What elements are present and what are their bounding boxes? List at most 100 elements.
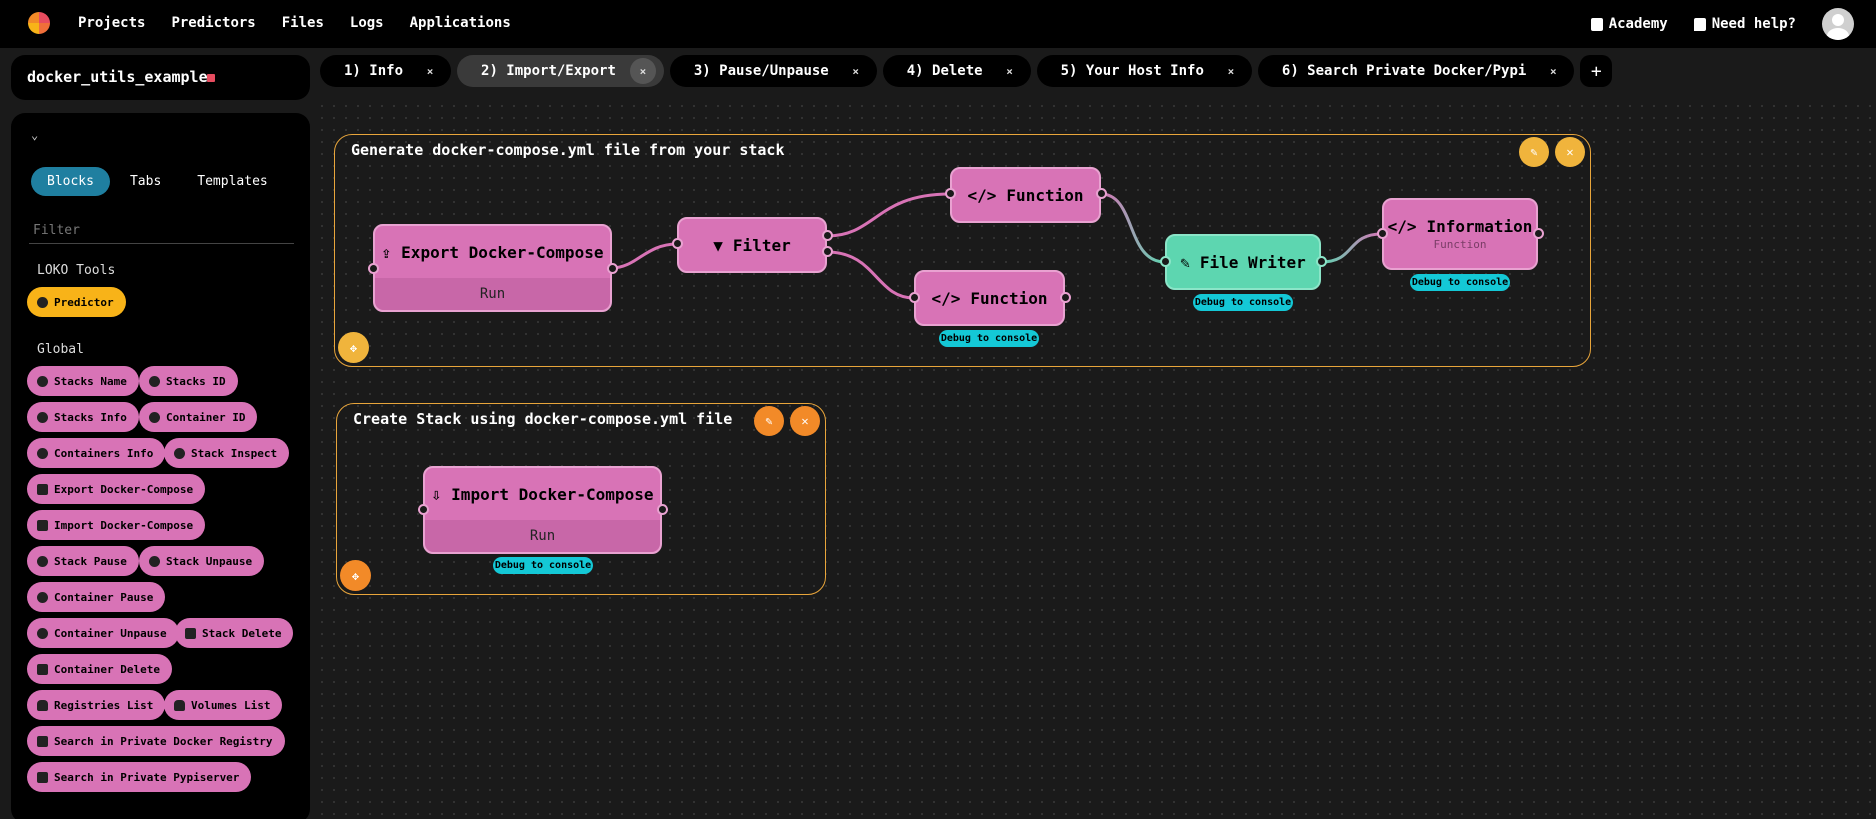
segment-blocks[interactable]: Blocks xyxy=(31,167,110,196)
output-port[interactable] xyxy=(1533,228,1544,239)
close-icon[interactable]: × xyxy=(843,58,869,84)
sidebar-segmented-control: Blocks Tabs Templates xyxy=(31,167,284,196)
output-port[interactable] xyxy=(1060,292,1071,303)
node-import-docker-compose[interactable]: ⇩ Import Docker-Compose Run xyxy=(423,466,662,554)
block-import-docker-compose[interactable]: Import Docker-Compose xyxy=(27,510,206,540)
tab-import-export[interactable]: 2) Import/Export × xyxy=(457,55,664,87)
debug-badge[interactable]: Debug to console xyxy=(493,557,593,574)
input-port[interactable] xyxy=(945,188,956,199)
input-port[interactable] xyxy=(1160,256,1171,267)
add-tab-button[interactable]: + xyxy=(1580,55,1613,87)
loko-logo-icon[interactable] xyxy=(28,12,50,34)
input-port[interactable] xyxy=(1377,228,1388,239)
tab-info[interactable]: 1) Info × xyxy=(320,55,452,87)
block-label: Search in Private Pypiserver xyxy=(54,770,240,784)
block-search-pypiserver[interactable]: Search in Private Pypiserver xyxy=(27,762,252,792)
output-port[interactable] xyxy=(1096,188,1107,199)
academy-link[interactable]: Academy xyxy=(1590,16,1668,32)
block-stacks-name[interactable]: Stacks Name xyxy=(27,366,139,396)
run-button[interactable]: Run xyxy=(375,278,610,310)
filter-input[interactable]: Filter xyxy=(29,218,294,244)
block-container-id[interactable]: Container ID xyxy=(139,402,258,432)
block-label: Container Delete xyxy=(54,662,160,676)
nav-projects[interactable]: Projects xyxy=(78,15,145,31)
edit-group-button[interactable]: ✎ xyxy=(754,406,784,436)
close-icon[interactable]: × xyxy=(1540,58,1566,84)
file-edit-icon: ✎ xyxy=(1180,252,1190,272)
tab-host-info[interactable]: 5) Your Host Info × xyxy=(1036,55,1252,87)
nav-right: Academy Need help? xyxy=(1590,0,1876,48)
block-registries-list[interactable]: Registries List xyxy=(27,690,166,720)
block-label: Stack Pause xyxy=(54,554,127,568)
run-button[interactable]: Run xyxy=(425,520,660,552)
block-stacks-id[interactable]: Stacks ID xyxy=(139,366,238,396)
node-information[interactable]: </> Information Function xyxy=(1382,198,1538,270)
main-nav: Projects Predictors Files Logs Applicati… xyxy=(78,15,537,31)
block-label: Export Docker-Compose xyxy=(54,482,194,496)
block-stack-pause[interactable]: Stack Pause xyxy=(27,546,139,576)
close-group-button[interactable]: ✕ xyxy=(790,406,820,436)
avatar[interactable] xyxy=(1822,8,1854,40)
debug-badge[interactable]: Debug to console xyxy=(939,330,1039,347)
edit-group-button[interactable]: ✎ xyxy=(1519,137,1549,167)
tab-pause-unpause[interactable]: 3) Pause/Unpause × xyxy=(669,55,877,87)
move-group-button[interactable]: ✥ xyxy=(340,560,371,591)
predictor-icon xyxy=(37,296,48,308)
tab-label: 1) Info xyxy=(344,63,404,79)
block-container-delete[interactable]: Container Delete xyxy=(27,654,172,684)
block-search-docker-registry[interactable]: Search in Private Docker Registry xyxy=(27,726,285,756)
segment-tabs[interactable]: Tabs xyxy=(114,167,177,196)
node-label: Filter xyxy=(732,235,791,255)
output-port[interactable] xyxy=(1316,256,1327,267)
output-port[interactable] xyxy=(822,246,833,257)
node-export-docker-compose[interactable]: ⇪ Export Docker-Compose Run xyxy=(373,224,612,312)
node-file-writer[interactable]: ✎ File Writer xyxy=(1165,234,1321,290)
nav-logs[interactable]: Logs xyxy=(350,15,384,31)
input-port[interactable] xyxy=(672,238,683,249)
segment-templates[interactable]: Templates xyxy=(181,167,283,196)
tab-delete[interactable]: 4) Delete × xyxy=(882,55,1031,87)
node-function-bottom[interactable]: </> Function xyxy=(914,270,1065,326)
chevron-down-icon[interactable]: ⌄ xyxy=(31,128,38,142)
block-containers-info[interactable]: Containers Info xyxy=(27,438,166,468)
help-link[interactable]: Need help? xyxy=(1693,16,1796,32)
tab-search-private[interactable]: 6) Search Private Docker/Pypi × xyxy=(1257,55,1575,87)
move-icon: ✥ xyxy=(351,568,360,583)
help-label: Need help? xyxy=(1711,16,1796,32)
block-stack-inspect[interactable]: Stack Inspect xyxy=(164,438,290,468)
node-filter[interactable]: ▼ Filter xyxy=(677,217,827,273)
close-icon[interactable]: × xyxy=(1218,58,1244,84)
block-stack-unpause[interactable]: Stack Unpause xyxy=(139,546,265,576)
debug-badge[interactable]: Debug to console xyxy=(1410,274,1510,291)
block-container-pause[interactable]: Container Pause xyxy=(27,582,166,612)
input-port[interactable] xyxy=(368,263,379,274)
output-port[interactable] xyxy=(822,230,833,241)
block-export-docker-compose[interactable]: Export Docker-Compose xyxy=(27,474,206,504)
block-stack-delete[interactable]: Stack Delete xyxy=(175,618,294,648)
nav-applications[interactable]: Applications xyxy=(410,15,511,31)
input-port[interactable] xyxy=(909,292,920,303)
nav-predictors[interactable]: Predictors xyxy=(171,15,255,31)
tab-label: 5) Your Host Info xyxy=(1060,63,1204,79)
block-stacks-info[interactable]: Stacks Info xyxy=(27,402,139,432)
block-label: Stack Inspect xyxy=(191,446,278,460)
debug-badge[interactable]: Debug to console xyxy=(1193,294,1293,311)
output-port[interactable] xyxy=(657,504,668,515)
nav-files[interactable]: Files xyxy=(282,15,324,31)
block-predictor[interactable]: Predictor xyxy=(27,287,126,317)
block-volumes-list[interactable]: Volumes List xyxy=(164,690,283,720)
output-port[interactable] xyxy=(607,263,618,274)
node-function-top[interactable]: </> Function xyxy=(950,167,1101,223)
tab-label: 3) Pause/Unpause xyxy=(693,63,829,79)
close-group-button[interactable]: ✕ xyxy=(1555,137,1585,167)
pencil-icon: ✎ xyxy=(765,414,773,428)
block-label: Container Pause xyxy=(54,590,154,604)
block-container-unpause[interactable]: Container Unpause xyxy=(27,618,179,648)
flow-canvas[interactable]: Generate docker-compose.yml file from yo… xyxy=(316,100,1876,819)
move-group-button[interactable]: ✥ xyxy=(338,332,369,363)
close-icon[interactable]: × xyxy=(997,58,1023,84)
node-label: Information xyxy=(1426,216,1533,236)
input-port[interactable] xyxy=(418,504,429,515)
close-icon[interactable]: × xyxy=(417,58,443,84)
close-icon[interactable]: × xyxy=(629,58,656,84)
